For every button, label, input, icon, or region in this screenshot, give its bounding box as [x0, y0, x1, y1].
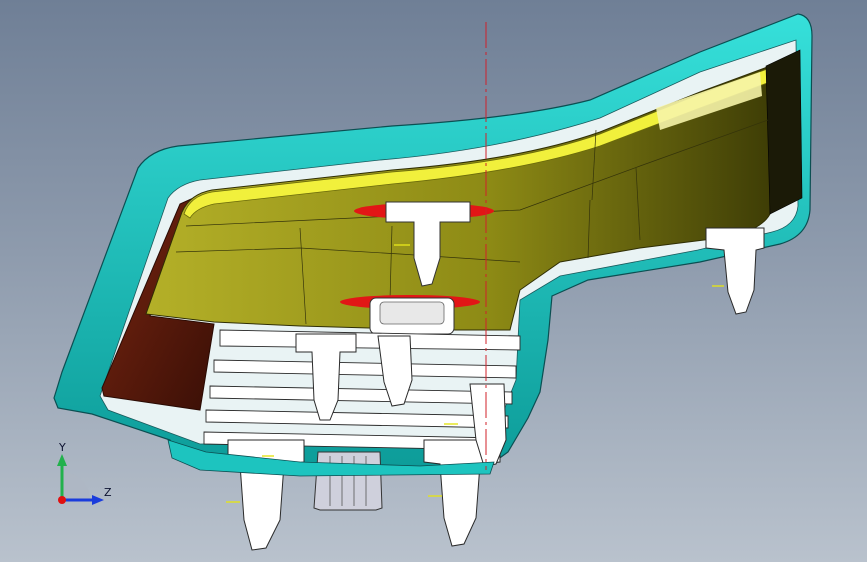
triad-z-label: Z [104, 486, 112, 499]
clip-housing-inner [379, 301, 445, 325]
triad-z-arrow [92, 495, 104, 505]
cad-model[interactable] [0, 0, 867, 562]
connector-block[interactable] [313, 451, 383, 511]
triad-y-arrow [57, 454, 67, 466]
triad-origin [58, 496, 66, 504]
triad-arc [62, 472, 90, 500]
triad-y-label: Y [58, 441, 66, 454]
graphics-viewport[interactable]: Y Z [0, 0, 867, 562]
orientation-triad[interactable]: Y Z [44, 438, 124, 518]
cover-right-wedge [765, 49, 803, 215]
